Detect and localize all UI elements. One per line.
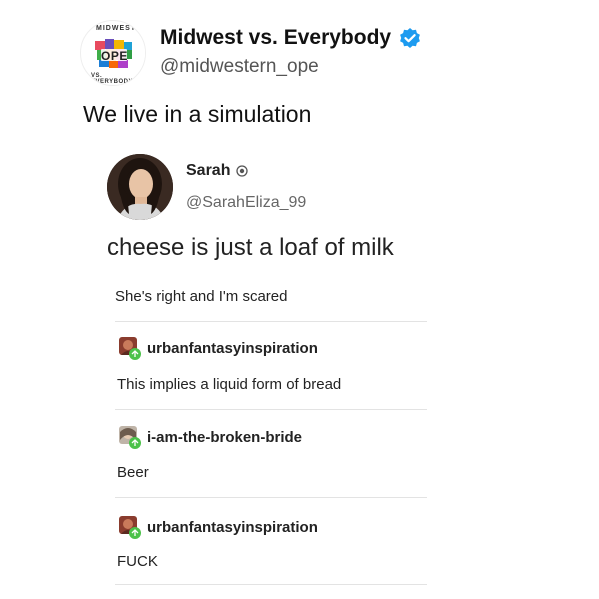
reblog-text: Beer <box>117 464 149 481</box>
divider <box>115 584 427 585</box>
user-avatar-icon <box>117 424 143 450</box>
reblog-username[interactable]: urbanfantasyinspiration <box>147 519 318 536</box>
logo-ring-top-text: MIDWEST <box>96 25 137 32</box>
reblog-text: FUCK <box>117 553 158 570</box>
reblog-caption: She's right and I'm scared <box>115 288 288 305</box>
reblog-text: This implies a liquid form of bread <box>117 376 342 393</box>
tweet-text: We live in a simulation <box>83 101 312 127</box>
embedded-display-name: Sarah <box>186 162 231 179</box>
reblog-user-row: urbanfantasyinspiration <box>117 514 318 540</box>
embedded-tweet-text: cheese is just a loaf of milk <box>107 234 394 261</box>
logo-text: OPE <box>101 49 128 63</box>
reblog-username[interactable]: i-am-the-broken-bride <box>147 429 302 446</box>
embedded-name-row: Sarah <box>186 162 249 180</box>
divider <box>115 409 427 410</box>
reblog-user-row: urbanfantasyinspiration <box>117 335 318 361</box>
embedded-handle: @SarahEliza_99 <box>186 194 307 211</box>
logo-ring-bottom-text: VS. EVERYBODY <box>91 73 133 85</box>
divider <box>115 321 427 322</box>
person-photo-icon <box>107 154 173 220</box>
user-avatar-icon <box>117 335 143 361</box>
display-name-row: Midwest vs. Everybody <box>160 26 421 50</box>
verified-dot-icon <box>236 165 249 177</box>
divider <box>115 497 427 498</box>
reblog-username[interactable]: urbanfantasyinspiration <box>147 340 318 357</box>
user-handle[interactable]: @midwestern_ope <box>160 56 319 78</box>
display-name[interactable]: Midwest vs. Everybody <box>160 26 391 50</box>
user-avatar-icon <box>117 514 143 540</box>
verified-badge-icon <box>400 28 420 48</box>
embedded-avatar <box>107 154 173 220</box>
reblog-user-row: i-am-the-broken-bride <box>117 424 302 450</box>
profile-avatar[interactable]: OPE MIDWEST VS. EVERYBODY <box>80 20 146 86</box>
